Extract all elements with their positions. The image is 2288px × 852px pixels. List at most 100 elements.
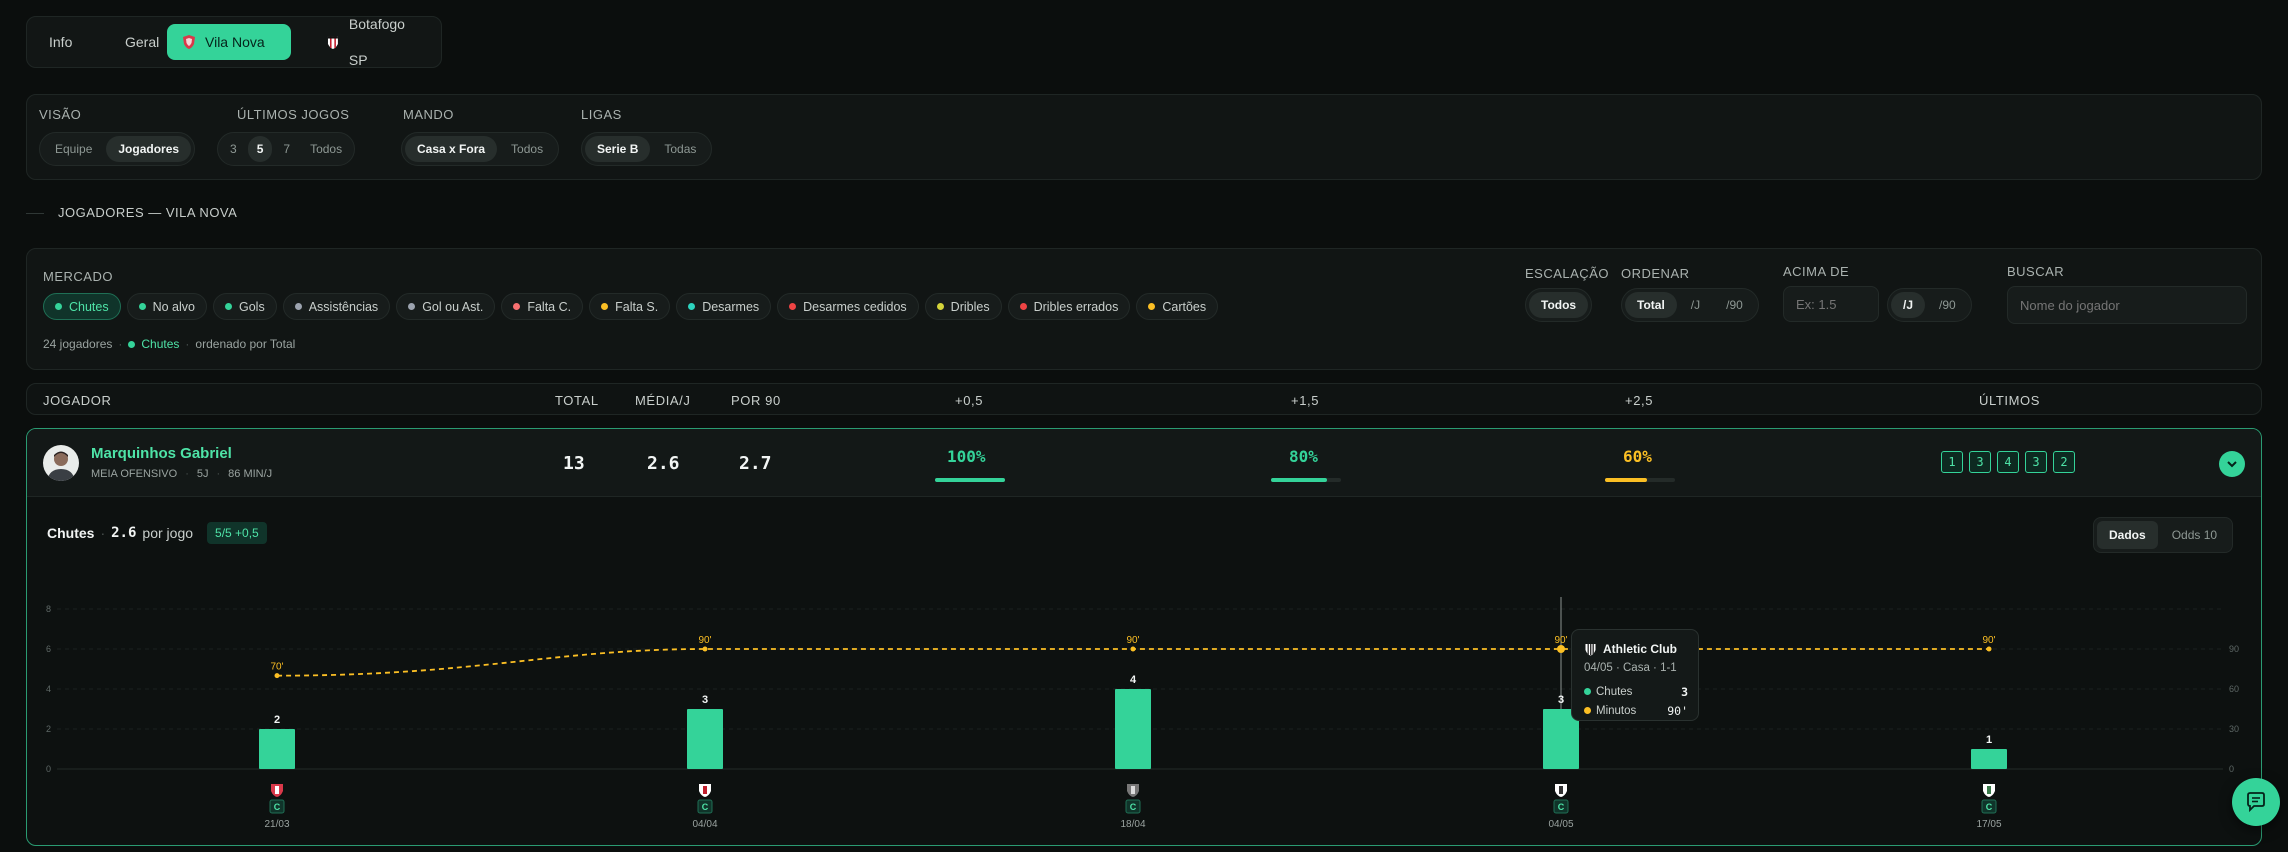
market-chip[interactable]: Falta S.: [589, 293, 671, 320]
chip-label: Dribles: [950, 299, 990, 314]
table-header: JOGADOR TOTAL MÉDIA/J POR 90 +0,5 +1,5 +…: [26, 383, 2262, 415]
tab-vila-nova[interactable]: Vila Nova: [167, 24, 291, 60]
ordenar-total[interactable]: Total: [1625, 292, 1677, 318]
team-tabs: Info Geral Vila Nova Botafogo SP: [26, 16, 442, 68]
chip-dot: [513, 303, 521, 310]
tab-botafogo-sp[interactable]: Botafogo SP: [311, 16, 441, 68]
ordenar-por-jogo[interactable]: /J: [1679, 292, 1712, 318]
tab-geral[interactable]: Geral: [111, 24, 173, 60]
mando-label: MANDO: [403, 107, 454, 122]
market-chip[interactable]: Dribles errados: [1007, 293, 1131, 320]
minutes-point: [1130, 646, 1136, 652]
market-dot: [128, 340, 136, 348]
venue-badge-label: C: [1986, 802, 1993, 812]
chip-dot: [225, 303, 232, 310]
col-jogador[interactable]: JOGADOR: [43, 393, 111, 408]
detail-avg: 2.6: [111, 525, 137, 541]
acima-unit-toggle: /J /90: [1887, 288, 1972, 322]
chip-label: Assistências: [308, 299, 379, 314]
toggle-odds10[interactable]: Odds 10: [2160, 521, 2229, 549]
minutes-line: [276, 648, 1989, 677]
visao-label: VISÃO: [39, 107, 82, 122]
market-chip[interactable]: Dribles: [924, 293, 1002, 320]
acima-por-jogo[interactable]: /J: [1891, 292, 1926, 318]
detail-header: Chutes · 2.6 por jogo 5/5 +0,5: [47, 522, 267, 544]
market-chip[interactable]: Desarmes cedidos: [777, 293, 919, 320]
table-row[interactable]: Marquinhos Gabriel MEIA OFENSIVO · 5J · …: [27, 429, 2261, 497]
market-chip[interactable]: Falta C.: [501, 293, 584, 320]
venue-badge-label: C: [274, 802, 281, 812]
ligas-todas[interactable]: Todas: [652, 136, 708, 162]
expand-button[interactable]: [2219, 451, 2245, 477]
ordenar-por-90[interactable]: /90: [1714, 292, 1755, 318]
ultimos-5[interactable]: 5: [247, 136, 273, 162]
mando-casa-fora[interactable]: Casa x Fora: [405, 136, 498, 162]
player-minutes: 86 MIN/J: [228, 468, 273, 480]
bar-plus15-fill: [1271, 478, 1327, 482]
venue-badge-label: C: [702, 802, 709, 812]
visao-equipe[interactable]: Equipe: [43, 136, 104, 162]
chip-dot: [55, 303, 62, 310]
visao-toggle: Equipe Jogadores: [39, 132, 196, 166]
y-tick-label: 0: [46, 764, 51, 774]
chip-label: Cartões: [1162, 299, 1207, 314]
player-search-input[interactable]: [2007, 286, 2247, 324]
recent-game-value: 3: [2025, 451, 2047, 473]
ultimos-7[interactable]: 7: [274, 136, 299, 162]
bar-value-label: 3: [702, 694, 708, 706]
ultimos-toggle: 3 5 7 Todos: [217, 132, 356, 166]
market-chip[interactable]: Gol ou Ast.: [396, 293, 496, 320]
tab-info[interactable]: Info: [35, 24, 86, 60]
tooltip-info: 04/05 · Casa · 1-1: [1584, 662, 1677, 674]
chat-icon: [2247, 792, 2265, 813]
y2-tick-label: 30: [2229, 724, 2239, 734]
market-chip[interactable]: Cartões: [1136, 293, 1219, 320]
acima-por-90[interactable]: /90: [1927, 292, 1968, 318]
chat-button[interactable]: [2232, 778, 2280, 826]
player-position: MEIA OFENSIVO: [91, 468, 178, 480]
chart-bar: [1115, 689, 1151, 769]
escalacao-todos[interactable]: Todos: [1529, 292, 1589, 318]
bar-plus15: [1271, 478, 1341, 482]
escalacao-toggle: Todos: [1525, 288, 1593, 322]
escalacao-label: ESCALAÇÃO: [1525, 266, 1609, 281]
ultimos-todos[interactable]: Todos: [301, 136, 351, 162]
player-name[interactable]: Marquinhos Gabriel: [91, 445, 232, 462]
ligas-serie-b[interactable]: Serie B: [585, 136, 651, 162]
ultimos-label: ÚLTIMOS JOGOS: [237, 107, 350, 122]
y2-tick-label: 0: [2229, 764, 2234, 774]
chip-dot: [294, 303, 302, 310]
col-plus25[interactable]: +2,5: [1625, 393, 1653, 408]
pct-plus15: 80%: [1289, 447, 1318, 466]
market-chip[interactable]: Gols: [213, 293, 277, 320]
market-chip[interactable]: Desarmes: [676, 293, 772, 320]
chip-label: Falta C.: [527, 299, 572, 314]
col-media[interactable]: MÉDIA/J: [635, 393, 690, 408]
col-por90[interactable]: POR 90: [731, 393, 781, 408]
bar-plus05-fill: [935, 478, 1005, 482]
opponent-crest-icon: [271, 784, 283, 797]
acima-input[interactable]: [1783, 286, 1879, 322]
chip-dot: [601, 303, 609, 310]
acima-label: ACIMA DE: [1783, 264, 1850, 279]
market-chip[interactable]: Assistências: [282, 293, 391, 320]
ultimos-3[interactable]: 3: [221, 136, 246, 162]
y-tick-label: 4: [46, 684, 51, 694]
minutes-label: 90': [1982, 635, 1995, 646]
chart-bar: [1971, 749, 2007, 769]
col-plus05[interactable]: +0,5: [955, 393, 983, 408]
toggle-dados[interactable]: Dados: [2097, 521, 2158, 549]
market-chip[interactable]: Chutes: [43, 293, 121, 320]
visao-jogadores[interactable]: Jogadores: [106, 136, 192, 162]
chip-dot: [1019, 303, 1027, 310]
detail-view-toggle: Dados Odds 10: [2093, 517, 2234, 553]
x-tick-label: 04/05: [1548, 819, 1573, 830]
buscar-label: BUSCAR: [2007, 264, 2065, 279]
col-plus15[interactable]: +1,5: [1291, 393, 1319, 408]
tooltip-row-chutes: Chutes 3: [1584, 682, 1688, 701]
y-tick-label: 2: [46, 724, 51, 734]
col-total[interactable]: TOTAL: [555, 393, 599, 408]
market-chip[interactable]: No alvo: [126, 293, 207, 320]
mando-todos[interactable]: Todos: [499, 136, 555, 162]
x-tick-label: 17/05: [1976, 819, 2001, 830]
